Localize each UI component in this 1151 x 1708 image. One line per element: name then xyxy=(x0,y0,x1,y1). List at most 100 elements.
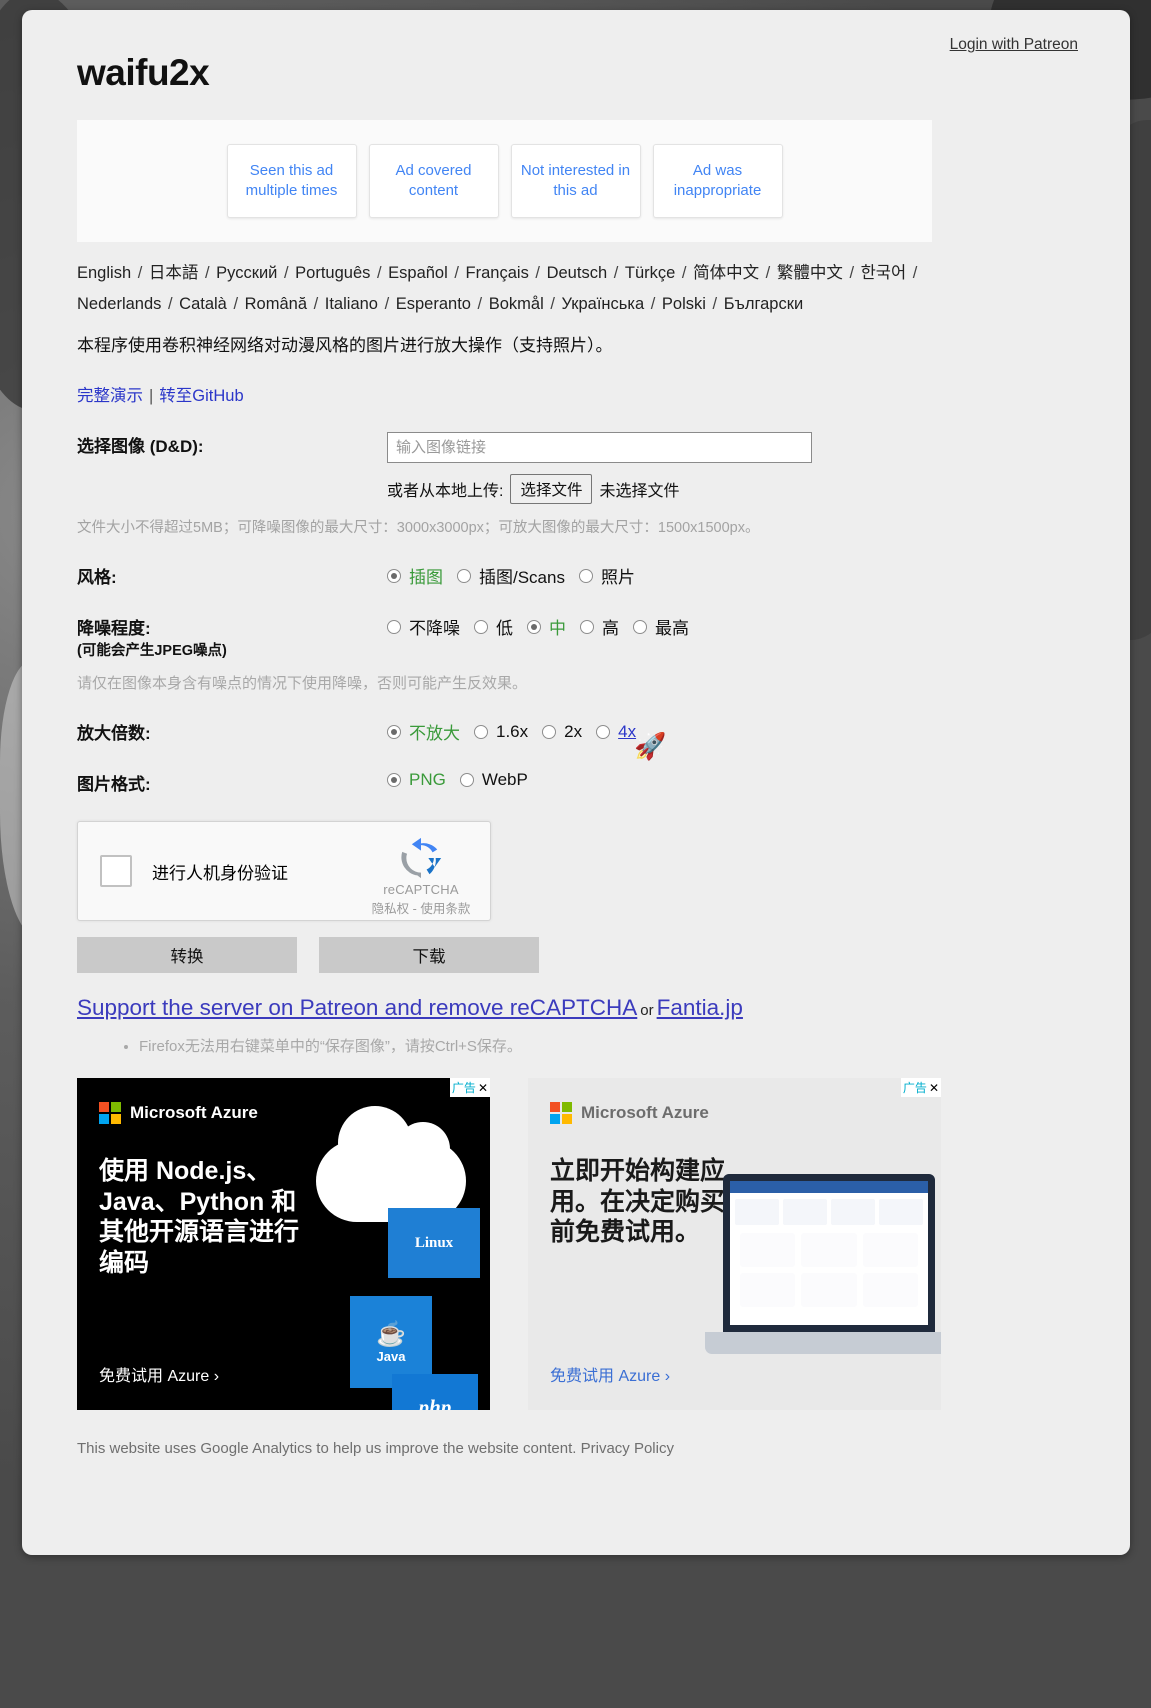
download-button[interactable]: 下载 xyxy=(319,937,539,974)
ad-cta-link[interactable]: 免费试用 Azure › xyxy=(99,1362,219,1386)
radio-icon[interactable] xyxy=(633,619,647,634)
close-icon[interactable]: ✕ xyxy=(929,1081,939,1095)
language-link-1[interactable]: 日本語 xyxy=(149,264,199,282)
format-option-webp[interactable]: WebP xyxy=(459,770,528,790)
language-link-5[interactable]: Français xyxy=(466,264,529,282)
radio-icon[interactable] xyxy=(474,724,488,739)
recaptcha-label: 进行人机身份验证 xyxy=(152,863,288,883)
scale-option-2x[interactable]: 2x xyxy=(542,722,582,742)
recaptcha-branding: reCAPTCHA 隐私权 - 使用条款 xyxy=(366,836,476,917)
fantia-link[interactable]: Fantia.jp xyxy=(657,995,743,1020)
tile-php: php xyxy=(383,1374,478,1411)
language-link-4[interactable]: Español xyxy=(388,264,448,282)
recaptcha-checkbox[interactable] xyxy=(100,855,132,888)
language-separator: / xyxy=(309,294,323,313)
style-option-photo[interactable]: 照片 xyxy=(578,563,635,588)
noise-option-none[interactable]: 不降噪 xyxy=(387,614,460,639)
language-link-18[interactable]: Polski xyxy=(662,295,706,313)
scale-option-1-6x[interactable]: 1.6x xyxy=(474,722,528,742)
ad-badge-label: 广告 xyxy=(902,1081,927,1096)
language-link-15[interactable]: Esperanto xyxy=(396,295,471,313)
radio-icon[interactable] xyxy=(387,619,401,634)
radio-icon[interactable] xyxy=(527,619,541,634)
tile-label: Java xyxy=(376,1349,406,1365)
radio-icon[interactable] xyxy=(387,773,401,788)
convert-button[interactable]: 转换 xyxy=(77,937,297,974)
support-or-text: or xyxy=(640,1002,654,1020)
radio-icon[interactable] xyxy=(387,724,401,739)
ad-banner-azure-dark[interactable]: 广告 ✕ Microsoft Azure 使用 Node.js、Java、Pyt… xyxy=(77,1078,490,1411)
noise-option-low[interactable]: 低 xyxy=(474,614,513,639)
language-separator: / xyxy=(228,294,243,313)
radio-icon[interactable] xyxy=(474,619,488,634)
full-demo-link[interactable]: 完整演示 xyxy=(77,387,143,405)
style-option-illustration-scans[interactable]: 插图/Scans xyxy=(457,563,565,588)
recaptcha-privacy-link[interactable]: 隐私权 xyxy=(372,902,410,916)
noise-option-highest[interactable]: 最高 xyxy=(633,614,689,639)
language-link-9[interactable]: 繁體中文 xyxy=(777,264,843,282)
radio-icon[interactable] xyxy=(542,724,557,739)
language-link-2[interactable]: Русский xyxy=(216,264,277,282)
scale-option-4x[interactable]: 4x xyxy=(596,722,636,742)
radio-icon[interactable] xyxy=(457,568,471,583)
language-link-6[interactable]: Deutsch xyxy=(547,264,608,282)
github-link[interactable]: 转至GitHub xyxy=(159,387,243,405)
action-buttons: 转换 下载 xyxy=(77,937,1075,974)
recaptcha-widget[interactable]: 进行人机身份验证 reCAPTCHA 隐私权 - 使用条款 xyxy=(77,821,491,922)
recaptcha-terms-link[interactable]: 使用条款 xyxy=(420,902,470,916)
ad-feedback-inappropriate[interactable]: Ad was inappropriate xyxy=(652,144,783,218)
image-select-label: 选择图像 (D&D): xyxy=(77,437,204,457)
language-link-19[interactable]: Български xyxy=(724,295,803,313)
language-link-3[interactable]: Português xyxy=(295,264,370,282)
noise-option-medium[interactable]: 中 xyxy=(527,614,566,639)
ad-cta-link[interactable]: 免费试用 Azure › xyxy=(550,1362,670,1386)
scale-option-label: 4x xyxy=(618,721,637,741)
language-link-0[interactable]: English xyxy=(77,264,131,282)
ad-feedback-seen-multiple[interactable]: Seen this ad multiple times xyxy=(226,144,357,218)
radio-icon[interactable] xyxy=(578,568,593,583)
ad-banner-azure-light[interactable]: 广告 ✕ Microsoft Azure 立即开始构建应用。在决定购买之前免费试… xyxy=(528,1078,941,1411)
language-separator: / xyxy=(844,264,859,282)
scale-option-none[interactable]: 不放大 xyxy=(387,719,460,744)
ad-badge[interactable]: 广告 ✕ xyxy=(449,1078,490,1098)
format-radio-group: PNG WebP xyxy=(387,770,1075,790)
ad-feedback-covered-content[interactable]: Ad covered content xyxy=(368,144,499,218)
radio-icon[interactable] xyxy=(596,724,611,739)
style-option-label: 插图/Scans xyxy=(479,568,565,588)
patreon-login-link[interactable]: Login with Patreon xyxy=(950,36,1078,54)
azure-brand-name: Microsoft Azure xyxy=(130,1103,258,1123)
noise-option-high[interactable]: 高 xyxy=(580,614,619,639)
file-status-text: 未选择文件 xyxy=(599,483,680,501)
language-link-10[interactable]: 한국어 xyxy=(861,264,907,282)
close-icon[interactable]: ✕ xyxy=(478,1081,488,1095)
format-option-png[interactable]: PNG xyxy=(387,770,446,790)
language-separator: / xyxy=(646,294,660,313)
noise-option-label: 低 xyxy=(496,619,513,639)
language-link-7[interactable]: Türkçe xyxy=(625,264,675,282)
language-separator: / xyxy=(545,294,560,313)
language-separator: / xyxy=(761,264,775,282)
radio-icon[interactable] xyxy=(459,773,474,788)
style-option-label: 插图 xyxy=(409,568,443,588)
language-link-17[interactable]: Українська xyxy=(562,295,645,313)
choose-file-button[interactable]: 选择文件 xyxy=(510,474,593,505)
ad-feedback-panel: Seen this ad multiple times Ad covered c… xyxy=(77,120,932,242)
patreon-support-link[interactable]: Support the server on Patreon and remove… xyxy=(77,995,637,1020)
language-link-11[interactable]: Nederlands xyxy=(77,295,161,313)
language-link-12[interactable]: Català xyxy=(179,295,227,313)
image-url-input[interactable] xyxy=(387,432,812,464)
language-link-16[interactable]: Bokmål xyxy=(489,295,544,313)
ad-badge[interactable]: 广告 ✕ xyxy=(900,1078,941,1098)
language-link-13[interactable]: Română xyxy=(245,295,307,313)
radio-icon[interactable] xyxy=(580,619,594,634)
radio-icon[interactable] xyxy=(387,568,401,583)
scale-row: 放大倍数: 不放大 1.6x 2x 4x xyxy=(77,719,1075,744)
privacy-policy-link[interactable]: Privacy Policy xyxy=(581,1440,674,1457)
demo-links: 完整演示 | 转至GitHub xyxy=(77,382,1075,406)
style-option-illustration[interactable]: 插图 xyxy=(387,563,443,588)
microsoft-squares-icon xyxy=(99,1102,121,1125)
ad-feedback-not-interested[interactable]: Not interested in this ad xyxy=(510,144,641,218)
language-separator: / xyxy=(379,294,394,313)
language-link-14[interactable]: Italiano xyxy=(325,295,378,313)
language-link-8[interactable]: 简体中文 xyxy=(693,264,759,282)
